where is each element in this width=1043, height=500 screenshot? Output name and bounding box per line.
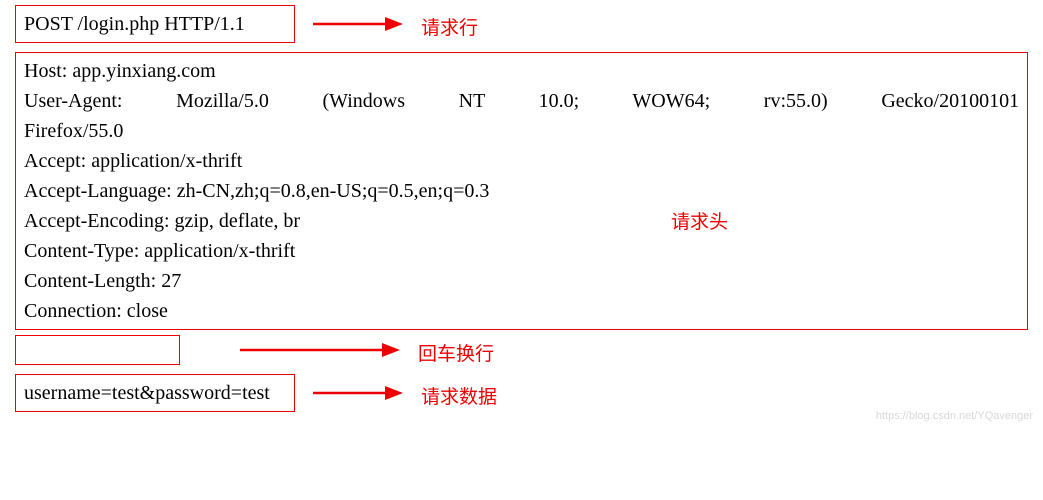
header-accept-encoding: Accept-Encoding: gzip, deflate, br bbox=[24, 206, 1019, 236]
header-content-type: Content-Type: application/x-thrift bbox=[24, 236, 1019, 266]
request-line-row: POST /login.php HTTP/1.1 请求行 bbox=[15, 5, 1028, 48]
body-label: 请求数据 bbox=[421, 382, 497, 409]
ua-p7: Gecko/20100101 bbox=[881, 90, 1019, 112]
header-accept: Accept: application/x-thrift bbox=[24, 146, 1019, 176]
request-line-text: POST /login.php HTTP/1.1 bbox=[24, 13, 245, 35]
headers-box: Host: app.yinxiang.com User-Agent: Mozil… bbox=[15, 52, 1028, 330]
body-box: username=test&password=test bbox=[15, 374, 295, 412]
crlf-label: 回车换行 bbox=[418, 339, 494, 366]
ua-p5: WOW64; bbox=[632, 90, 710, 112]
crlf-row: 回车换行 bbox=[15, 335, 1028, 370]
ua-p1: Mozilla/5.0 bbox=[176, 90, 269, 112]
body-text: username=test&password=test bbox=[24, 382, 270, 404]
ua-p3: NT bbox=[459, 90, 485, 112]
request-line-label: 请求行 bbox=[421, 13, 478, 40]
header-connection: Connection: close bbox=[24, 296, 1019, 326]
arrow-icon bbox=[313, 14, 403, 40]
headers-label: 请求头 bbox=[671, 207, 728, 234]
ua-p4: 10.0; bbox=[539, 90, 580, 112]
request-line-box: POST /login.php HTTP/1.1 bbox=[15, 5, 295, 43]
header-user-agent-line1: User-Agent: Mozilla/5.0 (Windows NT 10.0… bbox=[24, 86, 1019, 116]
ua-p6: rv:55.0) bbox=[764, 90, 828, 112]
crlf-box bbox=[15, 335, 180, 365]
watermark: https://blog.csdn.net/YQavenger bbox=[876, 410, 1033, 422]
header-user-agent-line2: Firefox/55.0 bbox=[24, 116, 1019, 146]
arrow-icon bbox=[240, 340, 400, 366]
ua-prefix: User-Agent: bbox=[24, 90, 122, 112]
headers-row: Host: app.yinxiang.com User-Agent: Mozil… bbox=[15, 52, 1028, 330]
header-content-length: Content-Length: 27 bbox=[24, 266, 1019, 296]
arrow-icon bbox=[313, 383, 403, 409]
ua-p2: (Windows bbox=[322, 90, 405, 112]
header-accept-language: Accept-Language: zh-CN,zh;q=0.8,en-US;q=… bbox=[24, 176, 1019, 206]
header-host: Host: app.yinxiang.com bbox=[24, 56, 1019, 86]
